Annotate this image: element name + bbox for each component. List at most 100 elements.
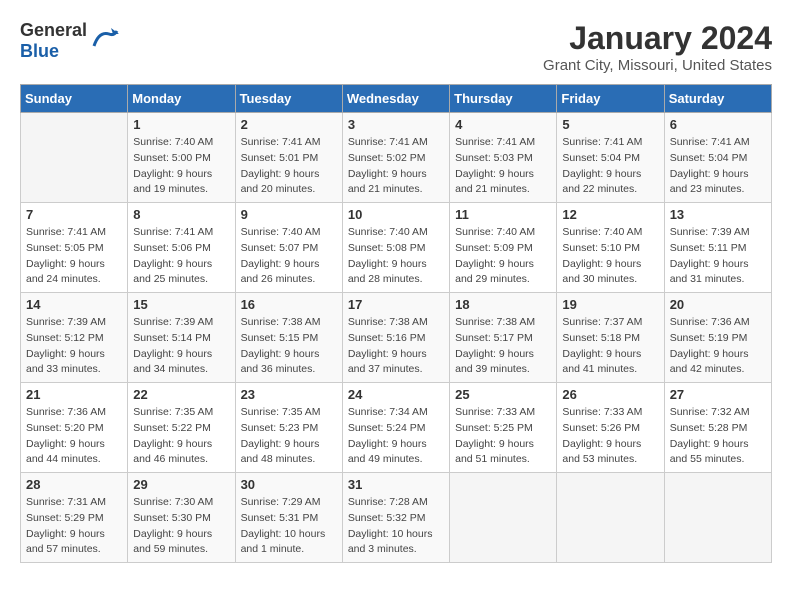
calendar-table: SundayMondayTuesdayWednesdayThursdayFrid… <box>20 84 772 563</box>
day-info: Sunrise: 7:33 AMSunset: 5:25 PMDaylight:… <box>455 405 551 468</box>
day-info: Sunrise: 7:41 AMSunset: 5:05 PMDaylight:… <box>26 225 122 288</box>
calendar-day-cell <box>664 473 771 563</box>
weekday-header-friday: Friday <box>557 85 664 113</box>
title-area: January 2024 Grant City, Missouri, Unite… <box>543 20 772 74</box>
day-info: Sunrise: 7:38 AMSunset: 5:16 PMDaylight:… <box>348 315 444 378</box>
day-number: 31 <box>348 477 444 492</box>
day-number: 18 <box>455 297 551 312</box>
weekday-header-wednesday: Wednesday <box>342 85 449 113</box>
day-number: 9 <box>241 207 337 222</box>
calendar-day-cell: 21Sunrise: 7:36 AMSunset: 5:20 PMDayligh… <box>21 383 128 473</box>
day-info: Sunrise: 7:40 AMSunset: 5:00 PMDaylight:… <box>133 135 229 198</box>
day-number: 4 <box>455 117 551 132</box>
day-number: 20 <box>670 297 766 312</box>
day-number: 10 <box>348 207 444 222</box>
day-info: Sunrise: 7:38 AMSunset: 5:17 PMDaylight:… <box>455 315 551 378</box>
calendar-day-cell: 7 Sunrise: 7:41 AMSunset: 5:05 PMDaylight… <box>21 203 128 293</box>
day-number: 3 <box>348 117 444 132</box>
day-number: 28 <box>26 477 122 492</box>
calendar-day-cell: 17 Sunrise: 7:38 AMSunset: 5:16 PMDayligh… <box>342 293 449 383</box>
day-info: Sunrise: 7:33 AMSunset: 5:26 PMDaylight:… <box>562 405 658 468</box>
weekday-header-tuesday: Tuesday <box>235 85 342 113</box>
weekday-header-monday: Monday <box>128 85 235 113</box>
day-number: 19 <box>562 297 658 312</box>
calendar-day-cell: 16 Sunrise: 7:38 AMSunset: 5:15 PMDayligh… <box>235 293 342 383</box>
day-info: Sunrise: 7:34 AMSunset: 5:24 PMDaylight:… <box>348 405 444 468</box>
day-info: Sunrise: 7:39 AMSunset: 5:12 PMDaylight:… <box>26 315 122 378</box>
calendar-day-cell: 10Sunrise: 7:40 AMSunset: 5:08 PMDayligh… <box>342 203 449 293</box>
calendar-week-5: 28 Sunrise: 7:31 AMSunset: 5:29 PMDayligh… <box>21 473 772 563</box>
day-info: Sunrise: 7:28 AMSunset: 5:32 PMDaylight:… <box>348 495 444 558</box>
day-info: Sunrise: 7:32 AMSunset: 5:28 PMDaylight:… <box>670 405 766 468</box>
calendar-day-cell: 27 Sunrise: 7:32 AMSunset: 5:28 PMDayligh… <box>664 383 771 473</box>
calendar-week-1: 1 Sunrise: 7:40 AMSunset: 5:00 PMDaylight… <box>21 113 772 203</box>
day-info: Sunrise: 7:41 AMSunset: 5:02 PMDaylight:… <box>348 135 444 198</box>
logo-icon <box>89 26 119 56</box>
day-info: Sunrise: 7:40 AMSunset: 5:09 PMDaylight:… <box>455 225 551 288</box>
day-number: 11 <box>455 207 551 222</box>
day-number: 7 <box>26 207 122 222</box>
day-info: Sunrise: 7:40 AMSunset: 5:10 PMDaylight:… <box>562 225 658 288</box>
calendar-day-cell: 5Sunrise: 7:41 AMSunset: 5:04 PMDaylight… <box>557 113 664 203</box>
weekday-header-saturday: Saturday <box>664 85 771 113</box>
calendar-day-cell: 24 Sunrise: 7:34 AMSunset: 5:24 PMDayligh… <box>342 383 449 473</box>
day-number: 13 <box>670 207 766 222</box>
calendar-day-cell: 31 Sunrise: 7:28 AMSunset: 5:32 PMDayligh… <box>342 473 449 563</box>
day-number: 24 <box>348 387 444 402</box>
calendar-day-cell: 12 Sunrise: 7:40 AMSunset: 5:10 PMDayligh… <box>557 203 664 293</box>
calendar-day-cell <box>557 473 664 563</box>
calendar-day-cell: 11 Sunrise: 7:40 AMSunset: 5:09 PMDayligh… <box>450 203 557 293</box>
day-info: Sunrise: 7:41 AMSunset: 5:01 PMDaylight:… <box>241 135 337 198</box>
day-number: 29 <box>133 477 229 492</box>
calendar-week-4: 21Sunrise: 7:36 AMSunset: 5:20 PMDayligh… <box>21 383 772 473</box>
calendar-day-cell: 26 Sunrise: 7:33 AMSunset: 5:26 PMDayligh… <box>557 383 664 473</box>
day-number: 23 <box>241 387 337 402</box>
day-number: 6 <box>670 117 766 132</box>
calendar-header-row: SundayMondayTuesdayWednesdayThursdayFrid… <box>21 85 772 113</box>
day-number: 14 <box>26 297 122 312</box>
day-info: Sunrise: 7:30 AMSunset: 5:30 PMDaylight:… <box>133 495 229 558</box>
day-number: 15 <box>133 297 229 312</box>
calendar-day-cell: 23 Sunrise: 7:35 AMSunset: 5:23 PMDayligh… <box>235 383 342 473</box>
day-number: 25 <box>455 387 551 402</box>
page-title: January 2024 <box>543 20 772 57</box>
day-number: 26 <box>562 387 658 402</box>
day-number: 22 <box>133 387 229 402</box>
day-info: Sunrise: 7:39 AMSunset: 5:14 PMDaylight:… <box>133 315 229 378</box>
day-number: 1 <box>133 117 229 132</box>
logo-general: General <box>20 20 87 40</box>
day-info: Sunrise: 7:35 AMSunset: 5:23 PMDaylight:… <box>241 405 337 468</box>
calendar-day-cell <box>450 473 557 563</box>
day-info: Sunrise: 7:39 AMSunset: 5:11 PMDaylight:… <box>670 225 766 288</box>
day-number: 2 <box>241 117 337 132</box>
day-info: Sunrise: 7:41 AMSunset: 5:03 PMDaylight:… <box>455 135 551 198</box>
calendar-day-cell: 18 Sunrise: 7:38 AMSunset: 5:17 PMDayligh… <box>450 293 557 383</box>
day-info: Sunrise: 7:31 AMSunset: 5:29 PMDaylight:… <box>26 495 122 558</box>
day-info: Sunrise: 7:41 AMSunset: 5:04 PMDaylight:… <box>670 135 766 198</box>
day-number: 12 <box>562 207 658 222</box>
calendar-day-cell: 6 Sunrise: 7:41 AMSunset: 5:04 PMDaylight… <box>664 113 771 203</box>
page-subtitle: Grant City, Missouri, United States <box>543 57 772 74</box>
day-number: 8 <box>133 207 229 222</box>
calendar-day-cell: 25 Sunrise: 7:33 AMSunset: 5:25 PMDayligh… <box>450 383 557 473</box>
day-info: Sunrise: 7:41 AMSunset: 5:06 PMDaylight:… <box>133 225 229 288</box>
logo: General Blue <box>20 20 119 62</box>
calendar-day-cell: 3 Sunrise: 7:41 AMSunset: 5:02 PMDaylight… <box>342 113 449 203</box>
calendar-day-cell: 19 Sunrise: 7:37 AMSunset: 5:18 PMDayligh… <box>557 293 664 383</box>
day-info: Sunrise: 7:41 AMSunset: 5:04 PMDaylight:… <box>562 135 658 198</box>
logo-text: General Blue <box>20 20 87 62</box>
day-info: Sunrise: 7:36 AMSunset: 5:19 PMDaylight:… <box>670 315 766 378</box>
day-number: 27 <box>670 387 766 402</box>
day-info: Sunrise: 7:37 AMSunset: 5:18 PMDaylight:… <box>562 315 658 378</box>
logo-blue: Blue <box>20 41 59 61</box>
day-info: Sunrise: 7:38 AMSunset: 5:15 PMDaylight:… <box>241 315 337 378</box>
calendar-day-cell: 29 Sunrise: 7:30 AMSunset: 5:30 PMDayligh… <box>128 473 235 563</box>
calendar-day-cell: 28 Sunrise: 7:31 AMSunset: 5:29 PMDayligh… <box>21 473 128 563</box>
weekday-header-thursday: Thursday <box>450 85 557 113</box>
day-number: 16 <box>241 297 337 312</box>
day-number: 30 <box>241 477 337 492</box>
calendar-day-cell: 15 Sunrise: 7:39 AMSunset: 5:14 PMDayligh… <box>128 293 235 383</box>
day-number: 21 <box>26 387 122 402</box>
day-number: 17 <box>348 297 444 312</box>
calendar-day-cell: 30Sunrise: 7:29 AMSunset: 5:31 PMDayligh… <box>235 473 342 563</box>
